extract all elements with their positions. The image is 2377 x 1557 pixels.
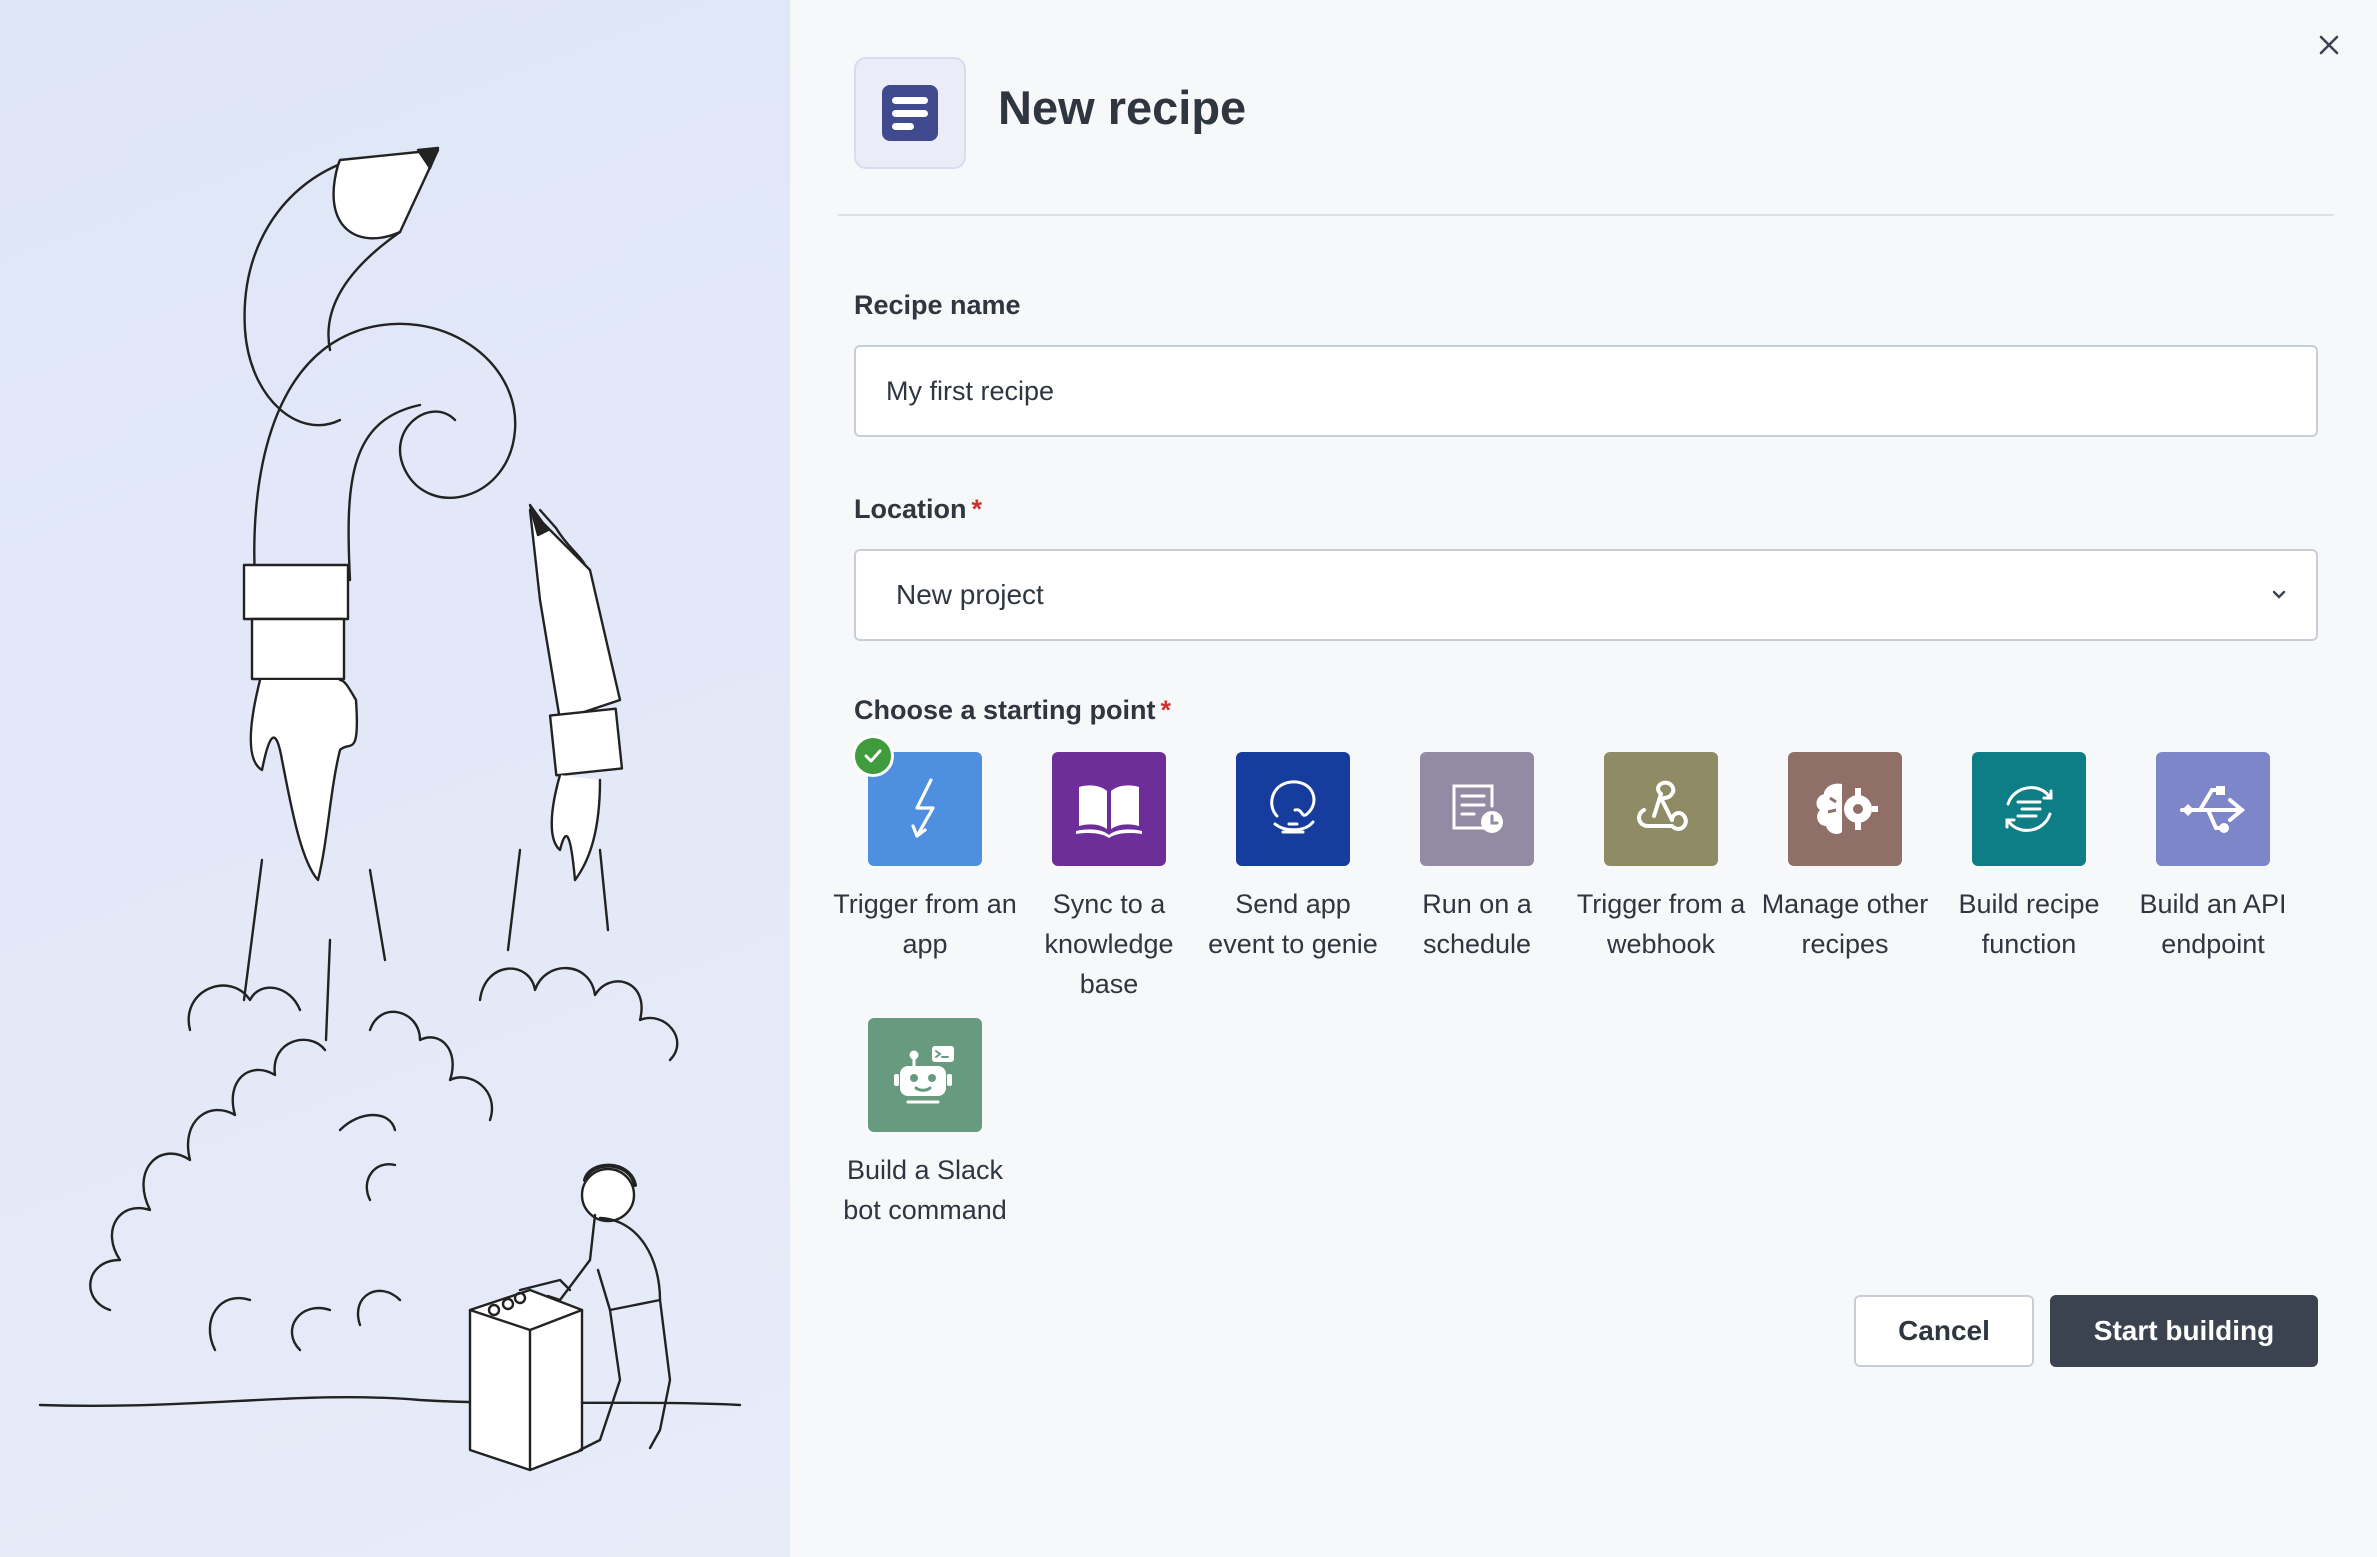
- location-select[interactable]: New project: [854, 549, 2318, 641]
- genie-icon: [1236, 752, 1350, 866]
- tile-label: Trigger from a webhook: [1576, 889, 1746, 959]
- required-mark: *: [1160, 695, 1172, 725]
- selected-check-icon: [852, 735, 894, 777]
- schedule-icon: [1420, 752, 1534, 866]
- required-mark: *: [971, 494, 983, 524]
- tile-label: Build an API endpoint: [2139, 889, 2287, 959]
- location-label: Location *: [854, 494, 983, 524]
- tile-label: Send app event to genie: [1208, 889, 1378, 959]
- book-icon: [1052, 752, 1166, 866]
- api-icon: [2156, 752, 2270, 866]
- starting-point-trigger-from-app[interactable]: Trigger from an app: [833, 752, 1017, 964]
- tile-label: Trigger from an app: [833, 889, 1017, 959]
- recipe-icon: [854, 57, 966, 169]
- chevron-down-icon: [2272, 590, 2286, 599]
- illustration-panel: [0, 0, 790, 1557]
- close-icon[interactable]: [2312, 28, 2346, 62]
- recipe-name-label: Recipe name: [854, 290, 1021, 320]
- function-icon: [1972, 752, 2086, 866]
- tile-label: Run on a schedule: [1422, 889, 1532, 959]
- webhook-icon: [1604, 752, 1718, 866]
- rocket-pencils-illustration: [38, 146, 742, 1472]
- starting-point-manage-recipes[interactable]: Manage other recipes: [1753, 752, 1937, 964]
- tile-label: Build recipe function: [1958, 889, 2100, 959]
- starting-point-trigger-webhook[interactable]: Trigger from a webhook: [1569, 752, 1753, 964]
- starting-point-build-recipe-function[interactable]: Build recipe function: [1937, 752, 2121, 964]
- start-building-button[interactable]: Start building: [2050, 1295, 2318, 1367]
- tile-label: Build a Slack bot command: [843, 1155, 1007, 1225]
- bot-icon: [868, 1018, 982, 1132]
- starting-point-label: Choose a starting point *: [854, 695, 1172, 725]
- cancel-button[interactable]: Cancel: [1854, 1295, 2034, 1367]
- starting-point-build-api-endpoint[interactable]: Build an API endpoint: [2121, 752, 2305, 964]
- starting-point-sync-knowledge-base[interactable]: Sync to a knowledge base: [1017, 752, 1201, 1004]
- starting-point-send-app-event-genie[interactable]: Send app event to genie: [1201, 752, 1385, 964]
- starting-point-build-slack-bot-command[interactable]: Build a Slack bot command: [833, 1018, 1017, 1230]
- starting-point-run-on-schedule[interactable]: Run on a schedule: [1385, 752, 1569, 964]
- recipe-name-input[interactable]: [854, 345, 2318, 437]
- header-divider: [838, 214, 2334, 216]
- brain-gear-icon: [1788, 752, 1902, 866]
- page-title: New recipe: [998, 81, 1247, 134]
- tile-label: Manage other recipes: [1761, 889, 1929, 959]
- location-selected-value: New project: [896, 579, 1044, 610]
- tile-label: Sync to a knowledge base: [1044, 889, 1174, 999]
